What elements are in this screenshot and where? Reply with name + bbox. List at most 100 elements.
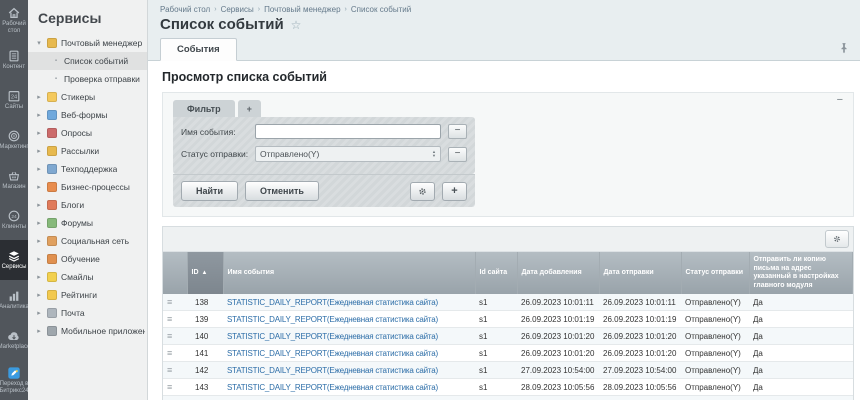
sidebar-item-label: Проверка отправки	[64, 74, 140, 84]
event-name-link[interactable]: STATISTIC_DAILY_REPORT(Ежедневная статис…	[227, 298, 438, 307]
add-filter-tab-button[interactable]: +	[238, 100, 261, 117]
column-header-copy[interactable]: Отправить ли копию письма на адрес указа…	[749, 252, 853, 294]
row-menu-icon[interactable]: ≡	[167, 314, 172, 324]
nav-item-shop[interactable]: Магазин	[0, 160, 28, 200]
chevron-right-icon[interactable]: ▸	[35, 111, 43, 119]
row-menu-icon[interactable]: ≡	[167, 331, 172, 341]
breadcrumb-item[interactable]: Сервисы	[221, 5, 254, 14]
column-header-label: Дата добавления	[522, 269, 582, 276]
column-header-added[interactable]: Дата добавления	[517, 252, 599, 294]
table-row: ≡142STATISTIC_DAILY_REPORT(Ежедневная ст…	[163, 362, 853, 379]
filter-collapse-button[interactable]: −	[837, 95, 843, 105]
column-header-status[interactable]: Статус отправки	[681, 252, 749, 294]
event-name-cell: STATISTIC_DAILY_REPORT(Ежедневная статис…	[223, 311, 475, 328]
column-header-id[interactable]: ID▲	[187, 252, 223, 294]
chevron-right-icon[interactable]: ▸	[35, 219, 43, 227]
sidebar-item[interactable]: ▪Проверка отправки	[28, 70, 147, 88]
chevron-right-icon[interactable]: ▸	[35, 309, 43, 317]
event-name-link[interactable]: STATISTIC_DAILY_REPORT(Ежедневная статис…	[227, 332, 438, 341]
breadcrumb-item[interactable]: Рабочий стол	[160, 5, 210, 14]
nav-item-clients[interactable]: 24Клиенты	[0, 200, 28, 240]
chevron-right-icon[interactable]: ▸	[35, 147, 43, 155]
chevron-right-icon[interactable]: ▸	[35, 165, 43, 173]
date-added-cell: 30.09.2023 20:59:15	[517, 396, 599, 400]
copy-flag-cell: Да	[749, 362, 853, 379]
sidebar-item[interactable]: ▸Смайлы	[28, 268, 147, 286]
event-name-label: Имя события:	[181, 127, 255, 137]
sidebar-item[interactable]: ▸Обучение	[28, 250, 147, 268]
chevron-right-icon[interactable]: ▸	[35, 129, 43, 137]
event-name-link[interactable]: STATISTIC_DAILY_REPORT(Ежедневная статис…	[227, 315, 438, 324]
chevron-right-icon[interactable]: ▸	[35, 291, 43, 299]
sidebar-item[interactable]: ▸Рассылки	[28, 142, 147, 160]
sidebar-item[interactable]: ▸Форумы	[28, 214, 147, 232]
grid-settings-gear-icon[interactable]	[825, 230, 849, 248]
sidebar-item[interactable]: ▸Мобильное приложение	[28, 322, 147, 340]
sidebar-item-label: Веб-формы	[61, 110, 107, 120]
chevron-right-icon[interactable]: ▸	[35, 273, 43, 281]
filter-panel: Фильтр + Имя события: − Статус отправки:	[173, 100, 475, 207]
send-status-label: Статус отправки:	[181, 149, 255, 159]
event-name-link[interactable]: STATISTIC_DAILY_REPORT(Ежедневная статис…	[227, 383, 438, 392]
sidebar-item[interactable]: ▸Блоги	[28, 196, 147, 214]
sidebar-item[interactable]: ▸Стикеры	[28, 88, 147, 106]
nav-item-desktop[interactable]: Рабочий стол	[0, 0, 28, 40]
favorite-star-icon[interactable]: ☆	[291, 18, 302, 32]
nav-item-content[interactable]: Контент	[0, 40, 28, 80]
row-menu-icon[interactable]: ≡	[167, 382, 172, 392]
cancel-button[interactable]: Отменить	[245, 181, 319, 201]
column-header-site[interactable]: Id сайта	[475, 252, 517, 294]
chevron-right-icon[interactable]: ▸	[35, 201, 43, 209]
send-status-select[interactable]: Отправлено(Y) ▲▼	[255, 146, 441, 162]
sidebar-item[interactable]: ▸Бизнес-процессы	[28, 178, 147, 196]
filter-tab[interactable]: Фильтр	[173, 100, 235, 117]
sidebar-item[interactable]: ▸Почта	[28, 304, 147, 322]
chevron-right-icon[interactable]: ▸	[35, 93, 43, 101]
send-status-cell: Отправлено(Y)	[681, 294, 749, 311]
sidebar-item[interactable]: ▸Социальная сеть	[28, 232, 147, 250]
event-name-link[interactable]: STATISTIC_DAILY_REPORT(Ежедневная статис…	[227, 366, 438, 375]
chevron-right-icon[interactable]: ▸	[35, 183, 43, 191]
sidebar-item[interactable]: ▸Рейтинги	[28, 286, 147, 304]
nav-item-bitrix24[interactable]: Переход в Битрикс24	[0, 360, 28, 400]
nav-item-services[interactable]: Сервисы	[0, 240, 28, 280]
row-menu-icon[interactable]: ≡	[167, 348, 172, 358]
filter-settings-gear-icon[interactable]	[410, 182, 435, 201]
event-id-cell: 144	[187, 396, 223, 400]
date-sent-cell: 30.09.2023 20:59:15	[599, 396, 681, 400]
tab-events[interactable]: События	[160, 38, 237, 61]
chevron-right-icon[interactable]: ▸	[35, 255, 43, 263]
row-menu-icon[interactable]: ≡	[167, 365, 172, 375]
sidebar-item[interactable]: ▪Список событий	[28, 52, 147, 70]
row-menu-icon[interactable]: ≡	[167, 297, 172, 307]
copy-flag-cell: Да	[749, 396, 853, 400]
sidebar-item[interactable]: ▸Техподдержка	[28, 160, 147, 178]
nav-item-sites[interactable]: 24Сайты	[0, 80, 28, 120]
app-window: Рабочий столКонтент24СайтыМаркетингМагаз…	[0, 0, 860, 400]
sidebar-item[interactable]: ▸ Веб-формы	[28, 106, 147, 124]
column-header-sent[interactable]: Дата отправки	[599, 252, 681, 294]
pin-icon[interactable]	[838, 41, 852, 55]
remove-field-button[interactable]: −	[448, 124, 467, 139]
send-status-cell: Отправлено(Y)	[681, 379, 749, 396]
sidebar-item[interactable]: ▸Опросы	[28, 124, 147, 142]
nav-item-marketing[interactable]: Маркетинг	[0, 120, 28, 160]
chevron-down-icon[interactable]: ▾	[35, 39, 43, 47]
sidebar-item[interactable]: ▾Почтовый менеджер	[28, 34, 147, 52]
event-name-link[interactable]: STATISTIC_DAILY_REPORT(Ежедневная статис…	[227, 349, 438, 358]
nav-item-marketplace[interactable]: Marketplace	[0, 320, 28, 360]
row-menu-cell: ≡	[163, 328, 187, 345]
mail-manager-icon	[47, 38, 57, 48]
chevron-right-icon[interactable]: ▸	[35, 237, 43, 245]
event-name-input[interactable]	[255, 124, 441, 139]
chevron-right-icon[interactable]: ▸	[35, 327, 43, 335]
find-button[interactable]: Найти	[181, 181, 238, 201]
filter-tabs: Фильтр +	[173, 100, 475, 117]
breadcrumb-item[interactable]: Почтовый менеджер	[264, 5, 340, 14]
send-status-cell: Отправлено(Y)	[681, 396, 749, 400]
row-menu-cell: ≡	[163, 311, 187, 328]
add-filter-field-button[interactable]: +	[442, 182, 467, 201]
column-header-name[interactable]: Имя события	[223, 252, 475, 294]
remove-field-button[interactable]: −	[448, 147, 467, 162]
nav-item-analytics[interactable]: Аналитика	[0, 280, 28, 320]
